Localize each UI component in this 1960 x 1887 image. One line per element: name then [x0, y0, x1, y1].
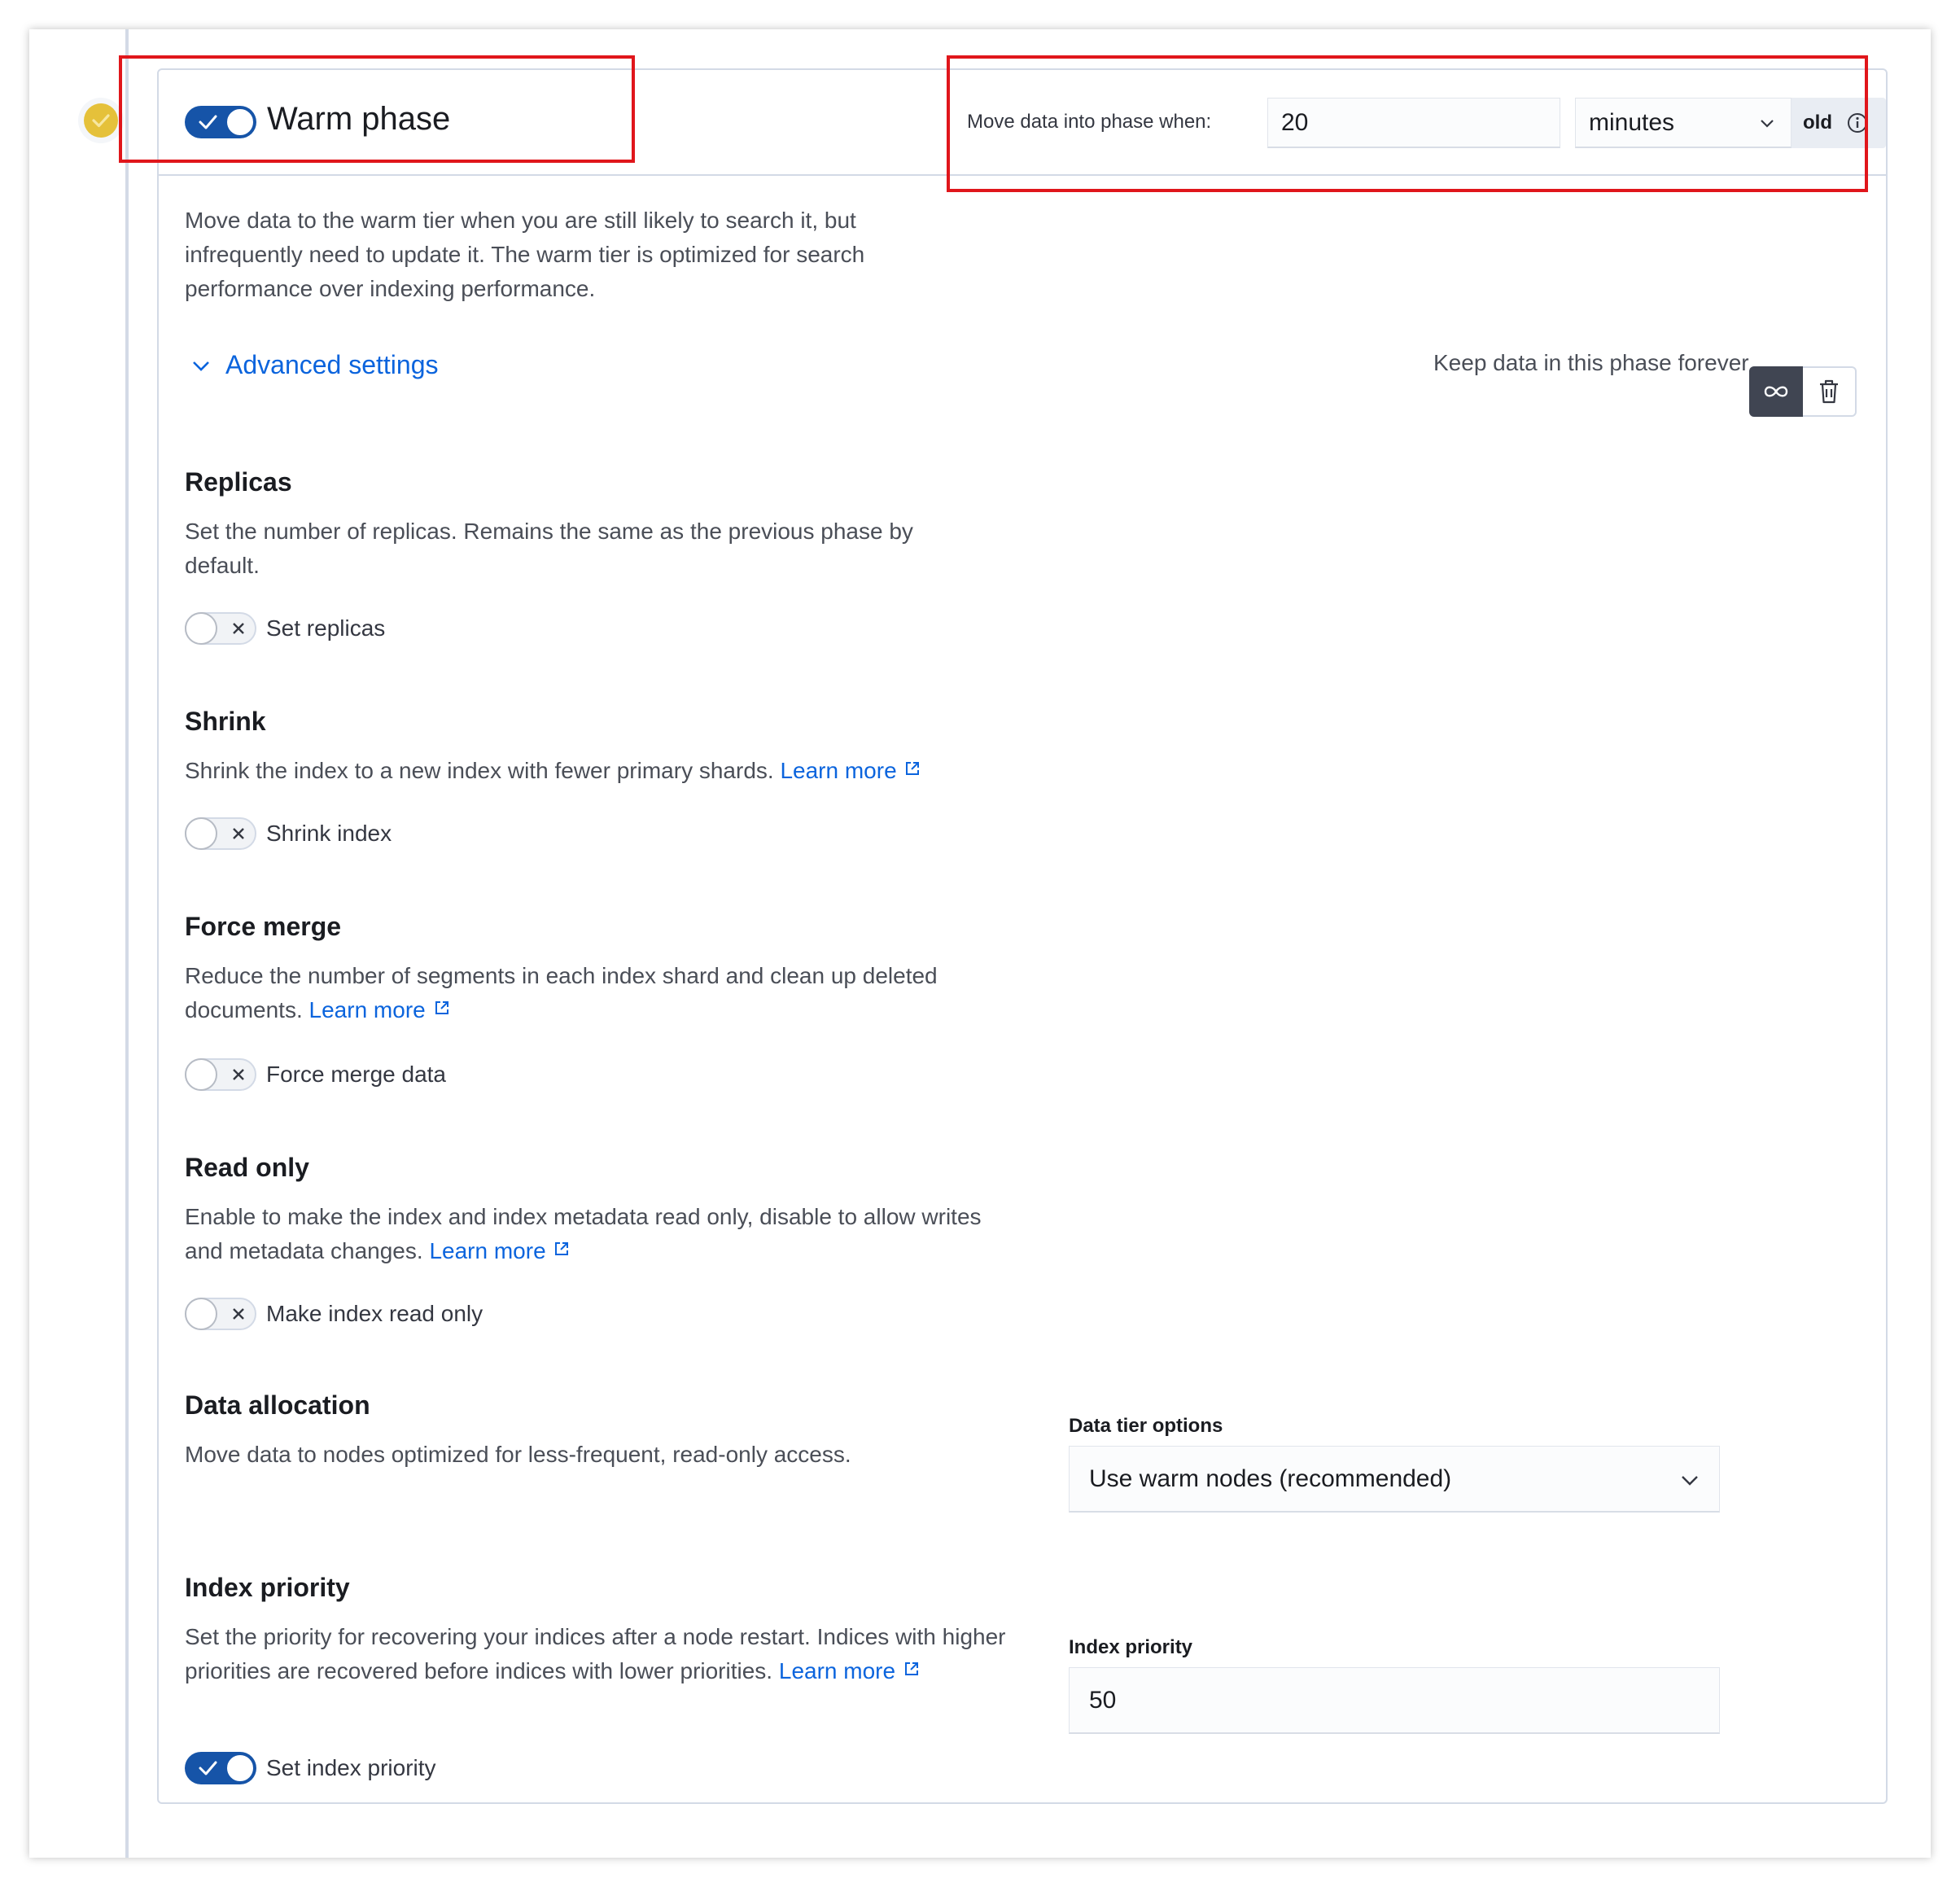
read-only-toggle[interactable]: [185, 1298, 256, 1330]
chevron-down-icon: [193, 361, 209, 371]
index-priority-value: 50: [1089, 1686, 1117, 1714]
phase-status-dot: [78, 98, 124, 143]
close-icon: [233, 1069, 244, 1080]
close-icon: [233, 828, 244, 839]
set-replicas-toggle[interactable]: [185, 612, 256, 645]
toggle-knob: [185, 1058, 217, 1091]
chevron-down-icon: [1761, 120, 1774, 128]
age-suffix-text: old: [1803, 112, 1832, 134]
move-data-label: Move data into phase when:: [967, 111, 1212, 133]
index-priority-field-label: Index priority: [1069, 1636, 1193, 1658]
infinity-icon: [1764, 386, 1788, 397]
shrink-description: Shrink the index to a new index with few…: [185, 754, 999, 788]
data-tier-value: Use warm nodes (recommended): [1089, 1465, 1452, 1492]
age-value-input[interactable]: 20: [1267, 98, 1560, 148]
warm-phase-panel: Warm phase Move data into phase when: 20…: [157, 68, 1888, 1804]
timeline-line: [125, 29, 129, 1858]
data-tier-select[interactable]: Use warm nodes (recommended): [1069, 1446, 1720, 1513]
shrink-index-toggle[interactable]: [185, 817, 256, 850]
force-merge-description: Reduce the number of segments in each in…: [185, 959, 999, 1027]
check-icon: [199, 115, 217, 129]
chevron-down-icon: [1682, 1476, 1698, 1486]
external-link-icon: [906, 762, 920, 775]
check-icon: [199, 1761, 217, 1775]
advanced-settings-toggle[interactable]: Advanced settings: [190, 350, 439, 380]
set-index-priority-toggle[interactable]: [185, 1752, 256, 1784]
force-merge-description-text: Reduce the number of segments in each in…: [185, 963, 938, 1022]
set-replicas-label: Set replicas: [266, 615, 386, 641]
index-priority-title: Index priority: [185, 1573, 350, 1602]
keep-forever-label: Keep data in this phase forever: [1433, 350, 1749, 375]
close-icon: [233, 623, 244, 634]
index-priority-description: Set the priority for recovering your ind…: [185, 1620, 1007, 1688]
read-only-label: Make index read only: [266, 1301, 483, 1326]
force-merge-learn-more-link[interactable]: Learn more: [309, 997, 452, 1022]
warm-phase-toggle[interactable]: [185, 106, 256, 138]
trash-icon: [1820, 379, 1838, 404]
external-link-icon: [435, 1001, 448, 1014]
toggle-knob: [185, 612, 217, 645]
age-suffix: old: [1792, 98, 1886, 148]
toggle-knob: [225, 1753, 255, 1783]
toggle-knob: [185, 1298, 217, 1330]
phase-description: Move data to the warm tier when you are …: [185, 208, 865, 301]
phase-header: Warm phase Move data into phase when: 20…: [159, 70, 1886, 176]
force-merge-toggle[interactable]: [185, 1058, 256, 1091]
phase-title: Warm phase: [267, 101, 451, 137]
age-unit-select[interactable]: minutes: [1575, 98, 1792, 148]
read-only-learn-more-link[interactable]: Learn more: [429, 1238, 571, 1263]
shrink-learn-more-link[interactable]: Learn more: [780, 758, 922, 783]
keep-forever-button[interactable]: [1749, 366, 1803, 417]
check-icon: [84, 103, 118, 138]
learn-more-text: Learn more: [780, 758, 897, 783]
learn-more-text: Learn more: [429, 1238, 546, 1263]
learn-more-text: Learn more: [778, 1658, 896, 1683]
data-allocation-description: Move data to nodes optimized for less-fr…: [185, 1442, 851, 1467]
close-icon: [233, 1308, 244, 1320]
read-only-description-text: Enable to make the index and index metad…: [185, 1204, 982, 1263]
replicas-title: Replicas: [185, 467, 292, 497]
age-unit-text: minutes: [1589, 108, 1675, 136]
set-index-priority-label: Set index priority: [266, 1755, 436, 1780]
advanced-settings-label: Advanced settings: [225, 350, 439, 379]
force-merge-label: Force merge data: [266, 1062, 446, 1087]
data-tier-label: Data tier options: [1069, 1415, 1223, 1437]
data-allocation-title: Data allocation: [185, 1390, 370, 1420]
shrink-index-label: Shrink index: [266, 821, 392, 846]
info-icon[interactable]: [1847, 112, 1868, 134]
index-priority-learn-more-link[interactable]: Learn more: [779, 1658, 921, 1683]
policy-sheet: Warm phase Move data into phase when: 20…: [29, 29, 1931, 1858]
replicas-description: Set the number of replicas. Remains the …: [185, 519, 913, 578]
learn-more-text: Learn more: [308, 997, 426, 1022]
force-merge-title: Force merge: [185, 912, 342, 941]
shrink-title: Shrink: [185, 707, 266, 736]
toggle-knob: [225, 107, 255, 137]
read-only-title: Read only: [185, 1153, 309, 1182]
shrink-description-text: Shrink the index to a new index with few…: [185, 758, 774, 783]
delete-phase-button[interactable]: [1803, 366, 1857, 417]
index-priority-input[interactable]: 50: [1069, 1667, 1720, 1734]
external-link-icon: [904, 1662, 918, 1675]
read-only-description: Enable to make the index and index metad…: [185, 1200, 982, 1268]
toggle-knob: [185, 817, 217, 850]
age-value-text: 20: [1281, 108, 1309, 136]
external-link-icon: [555, 1242, 569, 1255]
